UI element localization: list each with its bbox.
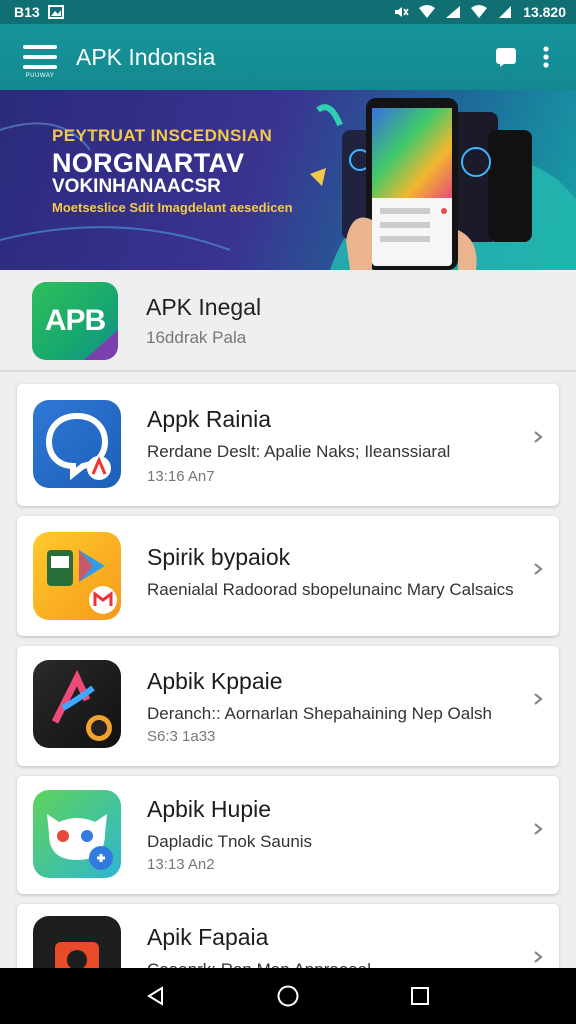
app-card[interactable]: Appk Rainia Rerdane Deslt: Apalie Naks; … (17, 384, 559, 506)
home-button[interactable] (268, 976, 308, 1016)
app-description: Dapladic Tnok Saunis (147, 832, 313, 851)
back-triangle-icon (147, 986, 163, 1006)
app-description: Rerdane Deslt: Apalie Naks; Ileanssiaral (147, 442, 451, 461)
apk-logo-icon: APB (32, 282, 118, 360)
home-circle-icon (277, 985, 299, 1007)
banner-title: NORGNARTAV (52, 148, 245, 178)
app-card[interactable]: Apbik Kppaie Deranch:: Aornarlan Shepaha… (17, 646, 559, 766)
play-store-icon (33, 532, 121, 620)
recents-button[interactable] (400, 976, 440, 1016)
promo-banner[interactable]: PEYTRUAT INSCEDNSIAN NORGNARTAV VOKINHAN… (0, 90, 576, 270)
app-card[interactable]: Apbik Hupie Dapladic Tnok Saunis 13:13 A… (17, 776, 559, 894)
message-button[interactable] (486, 37, 526, 77)
more-vert-icon (543, 46, 549, 68)
chevron-right-icon (534, 823, 543, 835)
app-title: Appk Rainia (147, 406, 272, 432)
wifi-icon-2 (471, 5, 488, 18)
app-meta: S6:3 1a33 (147, 728, 216, 745)
chevron-right-icon (534, 563, 543, 575)
app-meta: 13:13 An2 (147, 856, 215, 873)
system-nav-bar (0, 968, 576, 1024)
music-app-icon (33, 660, 121, 748)
app-meta: 13:16 An7 (147, 468, 215, 485)
menu-caption: PUUWAY (25, 73, 55, 79)
message-icon (496, 48, 516, 67)
featured-name: APK Inegal (146, 294, 262, 320)
menu-button[interactable]: PUUWAY (20, 37, 60, 79)
app-title: Apbik Hupie (147, 796, 272, 822)
app-title: Apik Fapaia (147, 924, 269, 950)
recents-square-icon (411, 987, 429, 1005)
menu-icon-line (23, 45, 57, 49)
menu-icon-line (23, 55, 57, 59)
status-bar: B13 13.820 (0, 0, 576, 24)
app-title: Spirik bypaiok (147, 544, 291, 570)
signal-icon (446, 6, 461, 18)
app-title: APK Indonsia (76, 43, 216, 70)
chevron-right-icon (534, 693, 543, 705)
app-title: Apbik Kppaie (147, 668, 283, 694)
battery-icon (499, 6, 512, 18)
gallery-icon (47, 5, 64, 19)
chevron-right-icon (534, 951, 543, 963)
overflow-menu-button[interactable] (526, 37, 566, 77)
wifi-icon (419, 5, 436, 18)
status-left-text: B13 (14, 4, 40, 20)
back-button[interactable] (136, 976, 176, 1016)
app-description: Deranch:: Aornarlan Shepahaining Nep Oal… (147, 704, 492, 723)
banner-title-line2: VOKINHANAACSR (52, 176, 221, 197)
chat-bubble-icon (33, 400, 121, 488)
featured-app[interactable]: APB APK Inegal 16ddrak Pala (0, 270, 576, 372)
cat-face-icon (33, 790, 121, 878)
banner-tagline: Moetseslice Sdit Imagdelant aesedicen (52, 200, 293, 215)
app-card[interactable]: Spirik bypaiok Raenialal Radoorad sbopel… (17, 516, 559, 636)
logo-text: APB (44, 304, 106, 337)
menu-icon-line (23, 65, 57, 69)
mute-icon (395, 7, 409, 17)
status-time: 13.820 (523, 4, 566, 20)
featured-subtitle: 16ddrak Pala (146, 328, 247, 347)
app-description: Raenialal Radoorad sbopelunainc Mary Cal… (147, 580, 514, 599)
banner-kicker: PEYTRUAT INSCEDNSIAN (52, 126, 273, 145)
app-bar: PUUWAY APK Indonsia (0, 24, 576, 90)
chevron-right-icon (534, 431, 543, 443)
